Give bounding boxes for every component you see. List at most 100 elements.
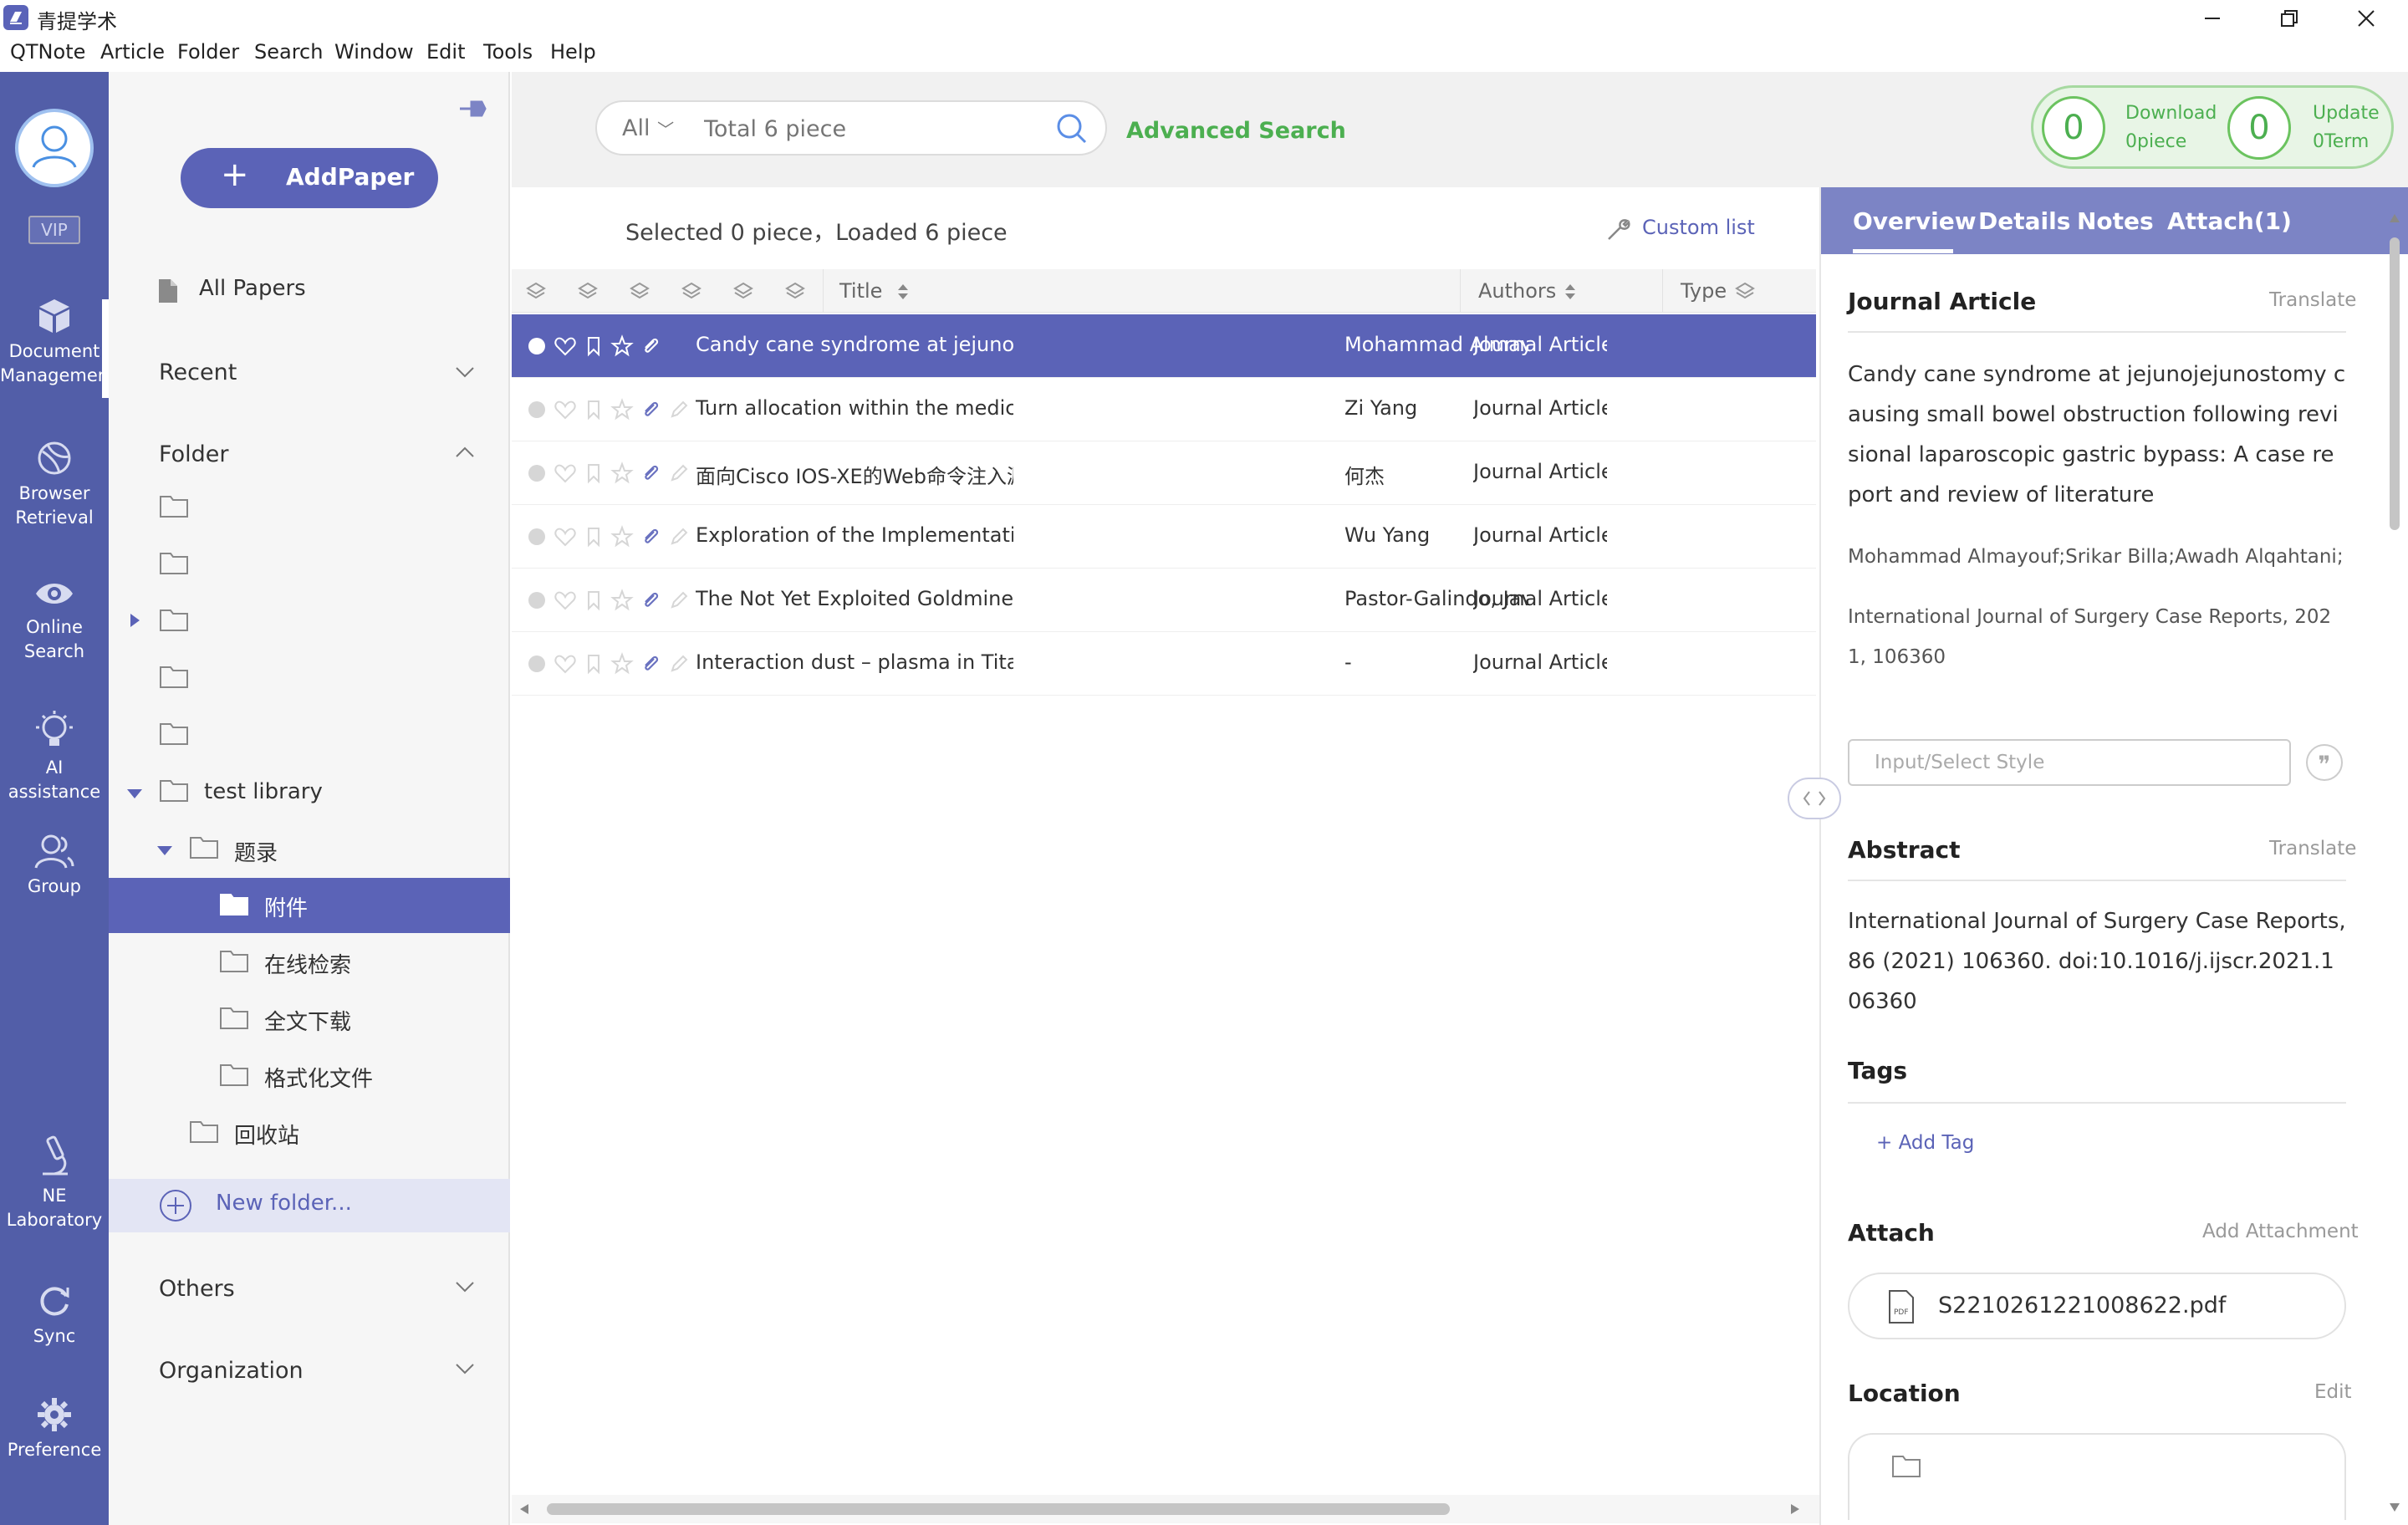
scroll-left-icon[interactable] (518, 1503, 530, 1515)
organization-section[interactable]: Organization (159, 1358, 304, 1384)
heart-icon[interactable] (554, 589, 577, 612)
selected-folder-row[interactable] (109, 878, 510, 933)
bookmark-icon[interactable] (582, 525, 605, 548)
folder-icon[interactable] (159, 552, 189, 575)
folder-fujian[interactable]: 附件 (264, 891, 308, 922)
pencil-icon[interactable] (667, 525, 691, 548)
column-layer-icon[interactable] (784, 281, 806, 303)
update-count[interactable]: 0 (2227, 96, 2291, 160)
scroll-thumb[interactable] (547, 1503, 1450, 1515)
new-folder-label[interactable]: New folder... (216, 1191, 352, 1216)
translate-link[interactable]: Translate (2269, 289, 2356, 311)
column-layer-icon[interactable] (1734, 281, 1756, 303)
chevron-up-icon[interactable] (455, 446, 475, 458)
add-paper-button[interactable]: + AddPaper (181, 148, 438, 208)
close-button[interactable] (2341, 3, 2391, 33)
bookmark-icon[interactable] (582, 462, 605, 485)
radio-dot-icon[interactable] (525, 652, 548, 676)
minimize-button[interactable] (2187, 3, 2237, 33)
restore-button[interactable] (2264, 3, 2314, 33)
nav-ai-assistance[interactable]: AI assistance (0, 711, 109, 804)
star-icon[interactable] (610, 589, 634, 612)
heart-icon[interactable] (554, 652, 577, 676)
bookmark-icon[interactable] (582, 589, 605, 612)
nav-document-management[interactable]: Document Managemen (0, 298, 109, 388)
folder-icon[interactable] (159, 495, 189, 518)
collapse-arrow-icon[interactable] (127, 789, 142, 798)
search-input[interactable] (704, 114, 1055, 144)
update-label[interactable]: Update (2313, 99, 2380, 128)
tab-overview[interactable]: Overview (1853, 207, 1977, 235)
star-icon[interactable] (610, 652, 634, 676)
edit-link[interactable]: Edit (2314, 1381, 2352, 1403)
table-row[interactable]: 面向Cisco IOS-XE的Web命令注入漏洞检测何杰Journal Arti… (512, 441, 1816, 505)
search-box[interactable]: All ﹀ (595, 100, 1107, 156)
column-authors[interactable]: Authors (1478, 279, 1556, 303)
table-row[interactable]: Candy cane syndrome at jejunojejunostomy… (512, 314, 1816, 378)
menu-folder[interactable]: Folder (177, 40, 239, 64)
column-type[interactable]: Type (1681, 279, 1727, 303)
pin-icon[interactable] (457, 95, 490, 122)
chevron-down-icon[interactable] (455, 1281, 475, 1293)
scroll-down-icon[interactable] (2388, 1502, 2401, 1513)
sort-icon[interactable] (1562, 281, 1584, 303)
radio-dot-icon[interactable] (525, 525, 548, 548)
expand-arrow-icon[interactable] (130, 614, 140, 627)
folder-recycle[interactable]: 回收站 (234, 1119, 299, 1150)
column-layer-icon[interactable] (732, 281, 754, 303)
nav-browser-retrieval[interactable]: Browser Retrieval (0, 440, 109, 530)
table-row[interactable]: Turn allocation within the medical-servi… (512, 378, 1816, 441)
sort-icon[interactable] (895, 281, 916, 303)
download-count[interactable]: 0 (2042, 96, 2105, 160)
column-layer-icon[interactable] (681, 281, 702, 303)
others-section[interactable]: Others (159, 1276, 235, 1302)
pencil-icon[interactable] (667, 589, 691, 612)
quote-icon[interactable]: ❞ (2306, 744, 2343, 781)
menu-window[interactable]: Window (334, 40, 414, 64)
star-icon[interactable] (610, 525, 634, 548)
column-divider[interactable] (1460, 269, 1461, 313)
folder-section[interactable]: Folder (159, 441, 228, 467)
pencil-icon[interactable] (667, 462, 691, 485)
chevron-down-icon[interactable] (455, 366, 475, 378)
nav-preference[interactable]: Preference (0, 1396, 109, 1462)
recent-section[interactable]: Recent (159, 360, 237, 385)
tab-details[interactable]: Details (1978, 207, 2070, 235)
star-icon[interactable] (610, 398, 634, 421)
add-circle-icon[interactable] (159, 1189, 192, 1222)
folder-formatted[interactable]: 格式化文件 (264, 1062, 373, 1093)
radio-dot-icon[interactable] (525, 589, 548, 612)
folder-icon[interactable] (159, 722, 189, 746)
column-layer-icon[interactable] (629, 281, 650, 303)
star-icon[interactable] (610, 334, 634, 358)
table-row[interactable]: Interaction dust – plasma in Titan ' s i… (512, 632, 1816, 696)
scroll-up-icon[interactable] (2388, 212, 2401, 224)
tab-notes[interactable]: Notes (2077, 207, 2154, 235)
add-attachment-link[interactable]: Add Attachment (2202, 1221, 2359, 1242)
menu-qtnote[interactable]: QTNote (10, 40, 85, 64)
pencil-icon[interactable] (667, 652, 691, 676)
search-icon[interactable] (1055, 112, 1089, 145)
bookmark-icon[interactable] (582, 334, 605, 358)
attachment-item[interactable]: PDF S2210261221008622.pdf (1848, 1273, 2346, 1339)
column-divider[interactable] (823, 269, 824, 313)
folder-fulltext[interactable]: 全文下载 (264, 1005, 351, 1036)
citation-style-input[interactable]: Input/Select Style (1848, 739, 2291, 786)
nav-sync[interactable]: Sync (0, 1283, 109, 1349)
collapse-arrow-icon[interactable] (157, 846, 172, 855)
folder-tilu[interactable]: 题录 (234, 836, 278, 867)
menu-edit[interactable]: Edit (426, 40, 465, 64)
heart-icon[interactable] (554, 334, 577, 358)
star-icon[interactable] (610, 462, 634, 485)
paperclip-icon[interactable] (639, 589, 662, 612)
table-row[interactable]: Exploration of the Implementation of Car… (512, 505, 1816, 569)
radio-dot-icon[interactable] (525, 334, 548, 358)
radio-dot-icon[interactable] (525, 462, 548, 485)
column-layer-icon[interactable] (577, 281, 599, 303)
pencil-icon[interactable] (667, 398, 691, 421)
panel-toggle-button[interactable] (1788, 778, 1841, 819)
translate-link[interactable]: Translate (2269, 838, 2356, 859)
heart-icon[interactable] (554, 525, 577, 548)
add-tag-link[interactable]: + Add Tag (1876, 1132, 1974, 1154)
folder-icon[interactable] (159, 609, 189, 632)
